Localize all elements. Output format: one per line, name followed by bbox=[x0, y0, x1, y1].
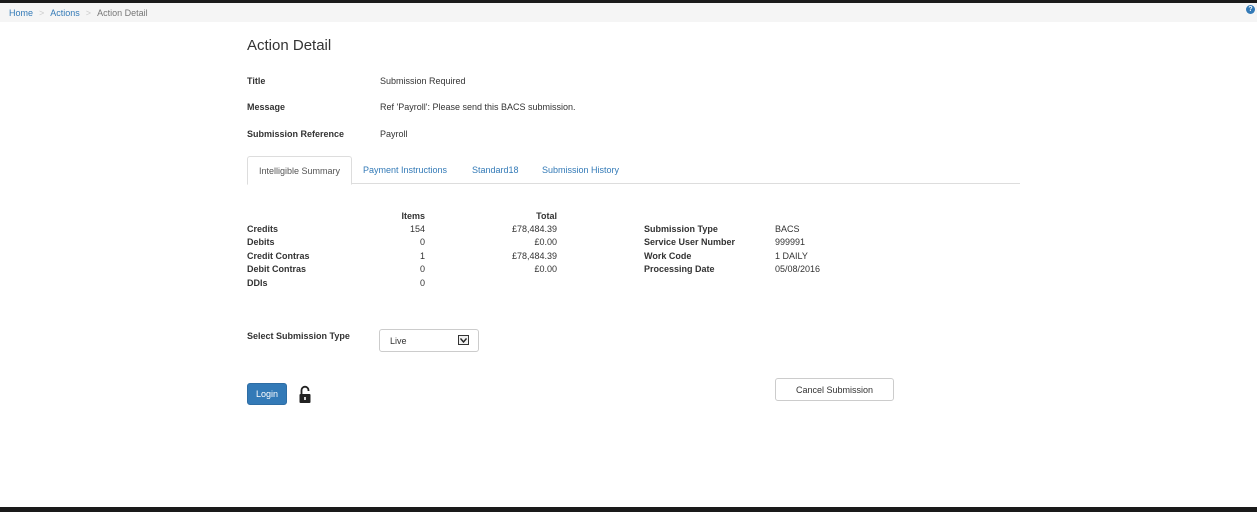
credits-total: £78,484.39 bbox=[511, 224, 557, 234]
ddis-items: 0 bbox=[419, 278, 425, 288]
breadcrumb-actions-link[interactable]: Actions bbox=[50, 8, 80, 18]
breadcrumb-home-link[interactable]: Home bbox=[9, 8, 33, 18]
tab-submission-history[interactable]: Submission History bbox=[542, 156, 619, 184]
submission-type-value: BACS bbox=[775, 224, 800, 234]
service-user-number-value: 999991 bbox=[775, 237, 806, 247]
tab-payment-instructions[interactable]: Payment Instructions bbox=[363, 156, 447, 184]
work-code-value: 1 DAILY bbox=[775, 251, 808, 261]
bottom-border bbox=[0, 507, 1257, 512]
submission-type-label: Submission Type bbox=[644, 224, 718, 234]
credit-contras-items: 1 bbox=[419, 251, 425, 261]
breadcrumb-current: Action Detail bbox=[97, 7, 148, 18]
chevron-down-icon[interactable] bbox=[458, 335, 469, 345]
debits-label: Debits bbox=[247, 237, 275, 247]
total-header: Total bbox=[536, 211, 557, 221]
credit-contras-total: £78,484.39 bbox=[511, 251, 557, 261]
help-icon[interactable]: ? bbox=[1246, 5, 1255, 14]
breadcrumb-separator: > bbox=[85, 7, 92, 18]
work-code-label: Work Code bbox=[644, 251, 692, 261]
tab-intelligible-summary[interactable]: Intelligible Summary bbox=[247, 156, 353, 185]
tab-standard18[interactable]: Standard18 bbox=[472, 156, 519, 184]
breadcrumb: Home > Actions > Action Detail bbox=[0, 3, 1257, 22]
processing-date-value: 05/08/2016 bbox=[775, 264, 821, 274]
submission-reference-label: Submission Reference bbox=[247, 129, 345, 139]
debit-contras-items: 0 bbox=[419, 264, 425, 274]
credit-contras-label: Credit Contras bbox=[247, 251, 310, 261]
credits-items: 154 bbox=[409, 224, 425, 234]
processing-date-label: Processing Date bbox=[644, 264, 715, 274]
cancel-submission-button[interactable]: Cancel Submission bbox=[775, 378, 894, 401]
submission-reference-value: Payroll bbox=[380, 129, 408, 139]
page-title: Action Detail bbox=[247, 37, 332, 54]
debits-total: £0.00 bbox=[534, 237, 557, 247]
items-header: Items bbox=[401, 211, 425, 221]
unlocked-padlock-icon[interactable] bbox=[298, 385, 312, 404]
breadcrumb-separator: > bbox=[39, 7, 45, 18]
debit-contras-label: Debit Contras bbox=[247, 264, 307, 274]
service-user-number-label: Service User Number bbox=[644, 237, 736, 247]
message-value: Ref 'Payroll': Please send this BACS sub… bbox=[380, 102, 576, 112]
message-label: Message bbox=[247, 102, 286, 112]
title-label: Title bbox=[247, 76, 266, 86]
title-value: Submission Required bbox=[380, 76, 466, 86]
login-button[interactable]: Login bbox=[247, 383, 287, 405]
debits-items: 0 bbox=[419, 237, 425, 247]
debit-contras-total: £0.00 bbox=[534, 264, 557, 274]
select-submission-type-label: Select Submission Type bbox=[247, 331, 350, 341]
tab-bar: Intelligible Summary Payment Instruction… bbox=[247, 156, 1020, 185]
credits-label: Credits bbox=[247, 224, 279, 234]
ddis-label: DDIs bbox=[247, 278, 268, 288]
submission-type-selected-value: Live bbox=[390, 336, 407, 346]
submission-type-select[interactable]: Live bbox=[379, 329, 479, 352]
